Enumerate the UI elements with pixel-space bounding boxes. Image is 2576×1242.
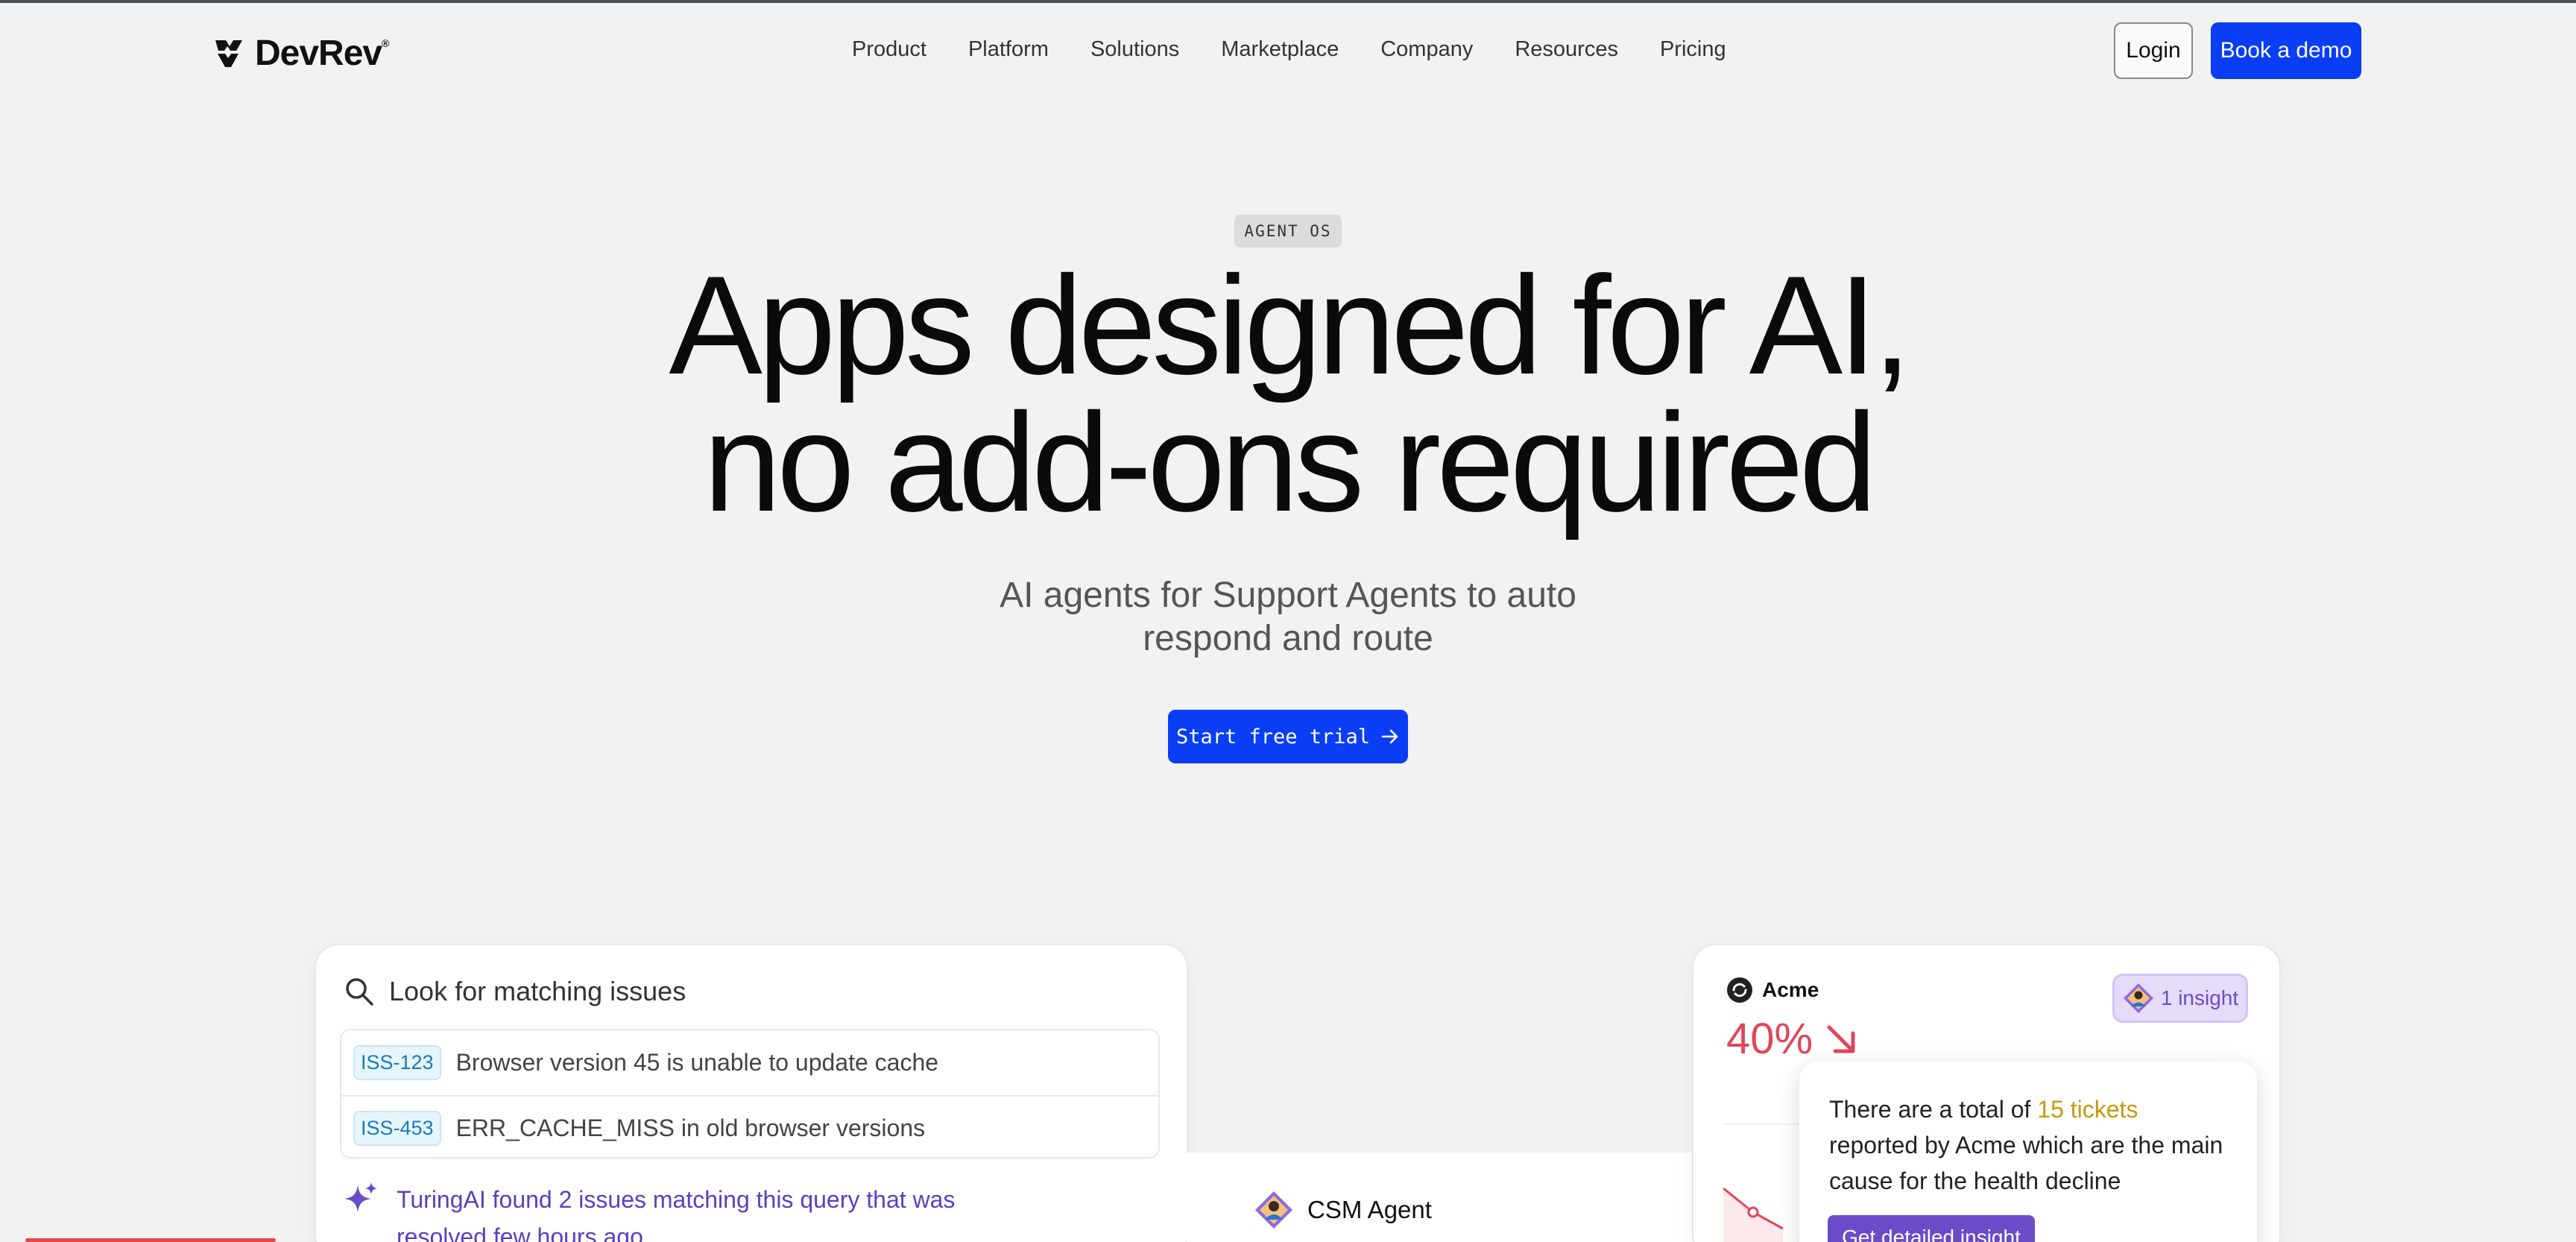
- issue-title: Browser version 45 is unable to update c…: [455, 1049, 939, 1076]
- top-navigation: DevRev® Product Platform Solutions Marke…: [0, 3, 2576, 100]
- nav-item-company[interactable]: Company: [1380, 37, 1473, 62]
- insight-label: 1 insight: [2160, 986, 2239, 1009]
- health-score: 40%: [1726, 1014, 1857, 1064]
- hero-headline: Apps designed for AI, no add-ons require…: [0, 255, 2576, 532]
- search-query: Look for matching issues: [389, 976, 686, 1006]
- agent-name: CSM Agent: [1307, 1196, 1432, 1223]
- book-demo-button[interactable]: Book a demo: [2211, 22, 2361, 79]
- hero-badge: AGENT OS: [1234, 215, 1342, 248]
- get-detailed-insight-button[interactable]: Get detailed insight: [1828, 1215, 2035, 1242]
- login-button[interactable]: Login: [2114, 22, 2193, 79]
- insight-popup: There are a total of 15 tickets reported…: [1799, 1062, 2257, 1242]
- insight-popup-text: There are a total of 15 tickets reported…: [1829, 1096, 2223, 1194]
- devrev-logo-icon: [215, 40, 242, 67]
- ticket-count-highlight[interactable]: 15 tickets: [2037, 1096, 2138, 1123]
- list-item[interactable]: ISS-453 ERR_CACHE_MISS in old browser ve…: [341, 1095, 1158, 1157]
- nav-item-platform[interactable]: Platform: [968, 37, 1049, 62]
- start-free-trial-button[interactable]: Start free trial: [1168, 710, 1408, 763]
- headline-line-2: no add-ons required: [703, 384, 1878, 540]
- brand-logo[interactable]: DevRev®: [213, 33, 389, 74]
- account-name: Acme: [1762, 978, 1819, 1001]
- issue-search-card: Look for matching issues ISS-123 Browser…: [316, 945, 1187, 1242]
- account-header: Acme: [1726, 977, 1819, 1003]
- issue-id-tag: ISS-123: [353, 1045, 441, 1080]
- insight-agent-avatar-icon: [2123, 983, 2153, 1013]
- account-logo-icon: [1727, 977, 1752, 1003]
- ai-result-message: TuringAI found 2 issues matching this qu…: [343, 1181, 963, 1242]
- issue-search-bar[interactable]: Look for matching issues: [343, 975, 686, 1008]
- nav-item-marketplace[interactable]: Marketplace: [1221, 37, 1339, 62]
- main-menu: Product Platform Solutions Marketplace C…: [852, 37, 1768, 62]
- trend-down-arrow-icon: [1827, 1025, 1855, 1053]
- ai-message-text: TuringAI found 2 issues matching this qu…: [397, 1186, 956, 1242]
- nav-item-solutions[interactable]: Solutions: [1090, 37, 1179, 62]
- search-icon: [346, 978, 373, 1006]
- health-value: 40%: [1726, 1015, 1813, 1063]
- hero-subtitle: AI agents for Support Agents to auto res…: [1000, 576, 1576, 658]
- issue-id-tag: ISS-453: [353, 1111, 441, 1146]
- sparkle-icon: [344, 1182, 377, 1212]
- headline-line-1: Apps designed for AI,: [669, 247, 1911, 403]
- trend-point: [1747, 1206, 1759, 1218]
- nav-item-product[interactable]: Product: [852, 37, 926, 62]
- issue-title: ERR_CACHE_MISS in old browser versions: [455, 1115, 926, 1141]
- insight-badge[interactable]: 1 insight: [2112, 974, 2248, 1023]
- arrow-right-icon: [1381, 729, 1398, 744]
- agent-avatar-icon: [1255, 1191, 1292, 1229]
- list-item[interactable]: ISS-123 Browser version 45 is unable to …: [341, 1030, 1158, 1095]
- nav-item-pricing[interactable]: Pricing: [1660, 37, 1726, 62]
- start-free-trial-label: Start free trial: [1175, 725, 1371, 748]
- issue-list: ISS-123 Browser version 45 is unable to …: [340, 1029, 1160, 1159]
- agent-card: CSM Agent: [1187, 1153, 1693, 1242]
- nav-item-resources[interactable]: Resources: [1515, 37, 1618, 62]
- csm-agent-row[interactable]: CSM Agent: [1254, 1190, 1432, 1230]
- brand-name: DevRev®: [255, 34, 389, 73]
- bottom-left-red-bar: [25, 1238, 276, 1242]
